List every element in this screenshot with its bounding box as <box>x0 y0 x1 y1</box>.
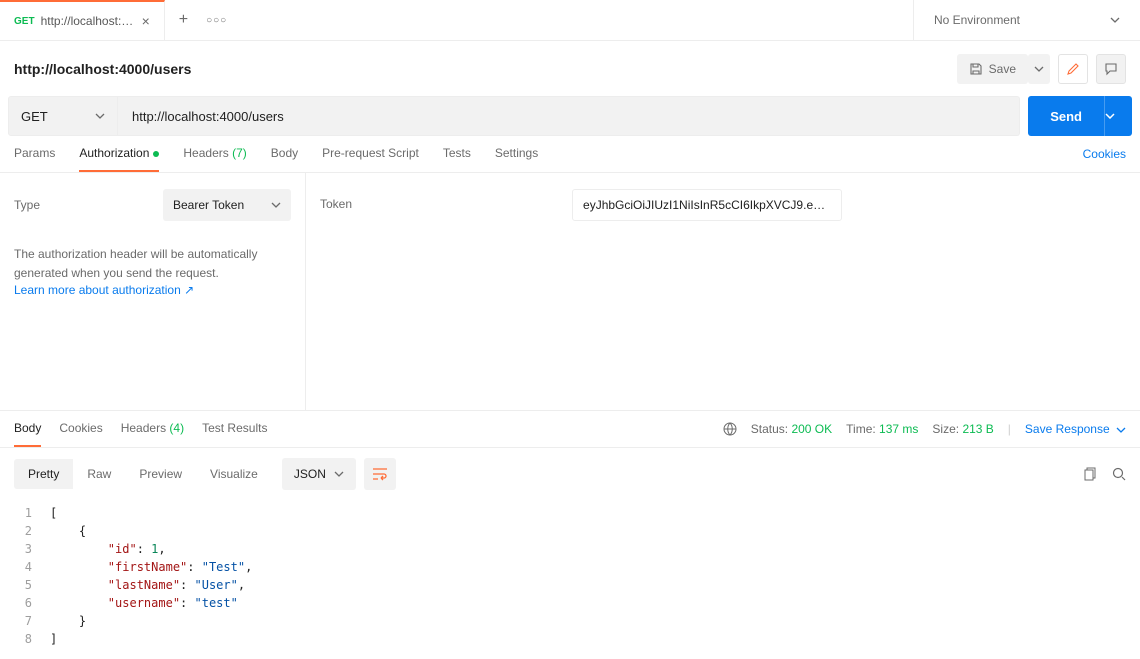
status-meta: Status: 200 OK <box>751 422 832 436</box>
view-preview[interactable]: Preview <box>125 459 196 489</box>
response-tab-headers[interactable]: Headers (4) <box>121 421 184 447</box>
tab-headers[interactable]: Headers (7) <box>183 146 246 172</box>
response-tab-test-results[interactable]: Test Results <box>202 421 267 447</box>
auth-description: The authorization header will be automat… <box>14 245 291 283</box>
auth-learn-more-link[interactable]: Learn more about authorization ↗ <box>14 283 291 297</box>
environment-label: No Environment <box>934 13 1020 27</box>
more-icon[interactable]: ○○○ <box>206 15 227 26</box>
tab-prerequest[interactable]: Pre-request Script <box>322 146 419 172</box>
comment-icon <box>1104 62 1118 76</box>
chevron-down-icon <box>334 471 344 477</box>
save-icon <box>969 62 983 76</box>
chevron-down-icon <box>271 202 281 208</box>
line-wrap-button[interactable] <box>364 458 396 490</box>
token-input[interactable] <box>572 189 842 221</box>
send-button[interactable]: Send <box>1028 96 1104 136</box>
auth-type-value: Bearer Token <box>173 198 244 212</box>
body-format-selector[interactable]: JSON <box>282 458 356 490</box>
globe-icon[interactable] <box>723 422 737 436</box>
plus-icon[interactable]: + <box>179 11 188 29</box>
chevron-down-icon <box>1110 17 1120 23</box>
url-input[interactable] <box>118 96 1020 136</box>
auth-type-selector[interactable]: Bearer Token <box>163 189 291 221</box>
time-meta: Time: 137 ms <box>846 422 918 436</box>
tab-title: http://localhost:40... <box>41 14 136 28</box>
response-body[interactable]: 1[2 {3 "id": 1,4 "firstName": "Test",5 "… <box>0 500 1140 648</box>
tab-params[interactable]: Params <box>14 146 55 172</box>
tab-tests[interactable]: Tests <box>443 146 471 172</box>
request-title: http://localhost:4000/users <box>14 61 191 77</box>
chevron-down-icon <box>1116 427 1126 433</box>
view-pretty[interactable]: Pretty <box>14 459 73 489</box>
tab-authorization[interactable]: Authorization <box>79 146 159 172</box>
edit-button[interactable] <box>1058 54 1088 84</box>
size-meta: Size: 213 B <box>932 422 993 436</box>
auth-type-label: Type <box>14 198 40 212</box>
search-icon[interactable] <box>1112 467 1126 481</box>
response-tab-body[interactable]: Body <box>14 421 41 447</box>
send-options-button[interactable] <box>1104 96 1132 136</box>
response-tab-cookies[interactable]: Cookies <box>59 421 102 447</box>
tab-body[interactable]: Body <box>271 146 298 172</box>
http-method-value: GET <box>21 109 48 124</box>
environment-selector[interactable]: No Environment <box>913 0 1140 40</box>
view-visualize[interactable]: Visualize <box>196 459 272 489</box>
save-label: Save <box>989 62 1016 76</box>
token-label: Token <box>320 189 352 394</box>
comment-button[interactable] <box>1096 54 1126 84</box>
http-method-selector[interactable]: GET <box>8 96 118 136</box>
tab-method-badge: GET <box>14 16 35 27</box>
tab-settings[interactable]: Settings <box>495 146 538 172</box>
save-options-button[interactable] <box>1028 54 1050 84</box>
save-response-button[interactable]: Save Response <box>1025 422 1126 436</box>
cookies-link[interactable]: Cookies <box>1083 147 1126 171</box>
view-raw[interactable]: Raw <box>73 459 125 489</box>
close-icon[interactable]: × <box>142 13 150 29</box>
pencil-icon <box>1066 62 1080 76</box>
chevron-down-icon <box>95 113 105 119</box>
request-tab[interactable]: GET http://localhost:40... × <box>0 0 165 40</box>
dot-indicator-icon <box>153 151 159 157</box>
wrap-icon <box>372 467 388 481</box>
save-button[interactable]: Save <box>957 54 1028 84</box>
copy-icon[interactable] <box>1084 467 1098 481</box>
